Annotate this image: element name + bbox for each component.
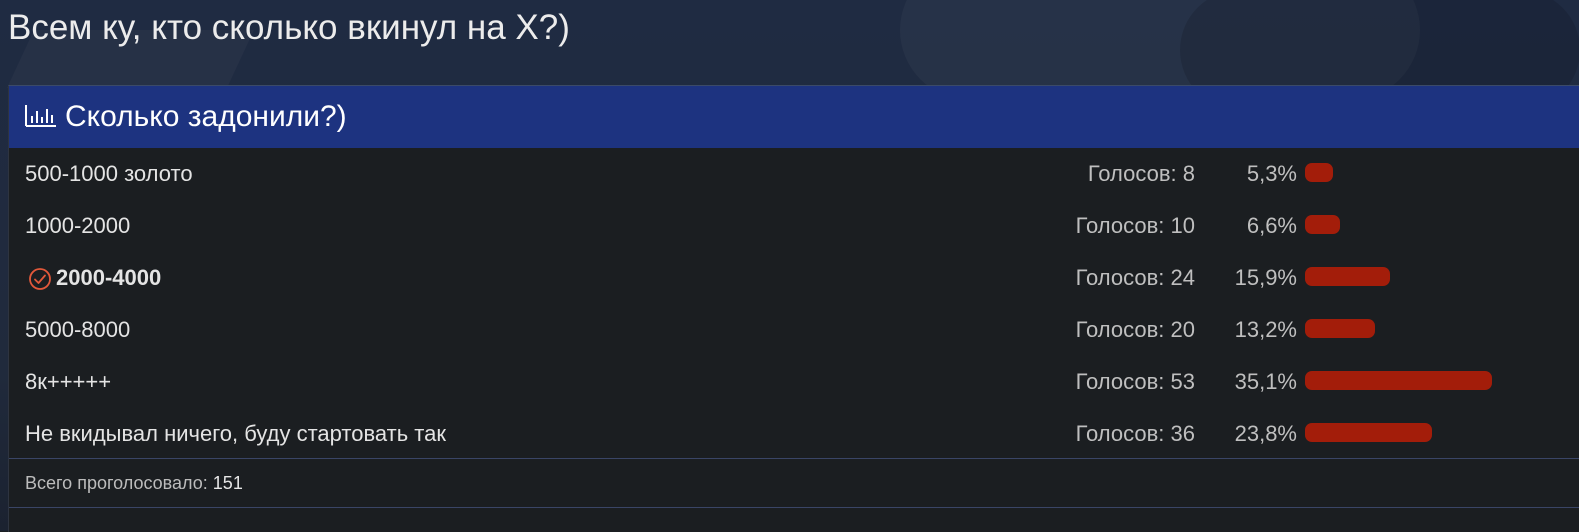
poll-option-votes: Голосов: 24 [1075,265,1195,290]
poll-option-bar-track [1305,319,1579,338]
poll-total-label: Всего проголосовало: [25,473,208,493]
poll-option-bar-track [1305,371,1579,390]
poll-total-value: 151 [212,473,243,493]
poll-option-row: 500-1000 золото Голосов: 8 5,3% [9,148,1579,200]
poll-option-votes: Голосов: 8 [1087,161,1195,186]
poll-option-row: 1000-2000 Голосов: 10 6,6% [9,200,1579,252]
poll-option-bar [1305,163,1334,182]
poll-option-label: 5000-8000 [25,317,131,342]
poll-option-votes: Голосов: 53 [1075,369,1195,394]
poll-option-label: 1000-2000 [25,213,131,238]
poll-option-bar [1305,371,1493,390]
poll-option-percent: 13,2% [1234,317,1297,342]
poll-option-percent: 23,8% [1234,421,1297,446]
poll-option-percent: 15,9% [1234,265,1297,290]
poll-option-row: Не вкидывал ничего, буду стартовать так … [9,408,1579,460]
poll-option-row: 5000-8000 Голосов: 20 13,2% [9,304,1579,356]
poll-option-votes: Голосов: 36 [1075,421,1195,446]
poll-footer: Всего проголосовало: 151 [9,458,1579,508]
poll-total: Всего проголосовало: 151 [25,459,243,507]
poll-option-votes: Голосов: 10 [1075,213,1195,238]
poll-option-votes: Голосов: 20 [1075,317,1195,342]
poll-option-bar-track [1305,163,1579,182]
poll-option-label: 8к+++++ [25,369,112,394]
bar-chart-icon [25,105,56,127]
poll-option-label: Не вкидывал ничего, буду стартовать так [25,421,446,446]
topic-title: Всем ку, кто сколько вкинул на X?) [8,8,570,47]
poll-option-bar [1305,267,1390,286]
poll-option-bar [1305,423,1433,442]
poll-option-bar-track [1305,267,1579,286]
poll-block: Сколько задонили?) 500-1000 золото Голос… [8,85,1579,532]
poll-option-row-voted: 2000-4000 Голосов: 24 15,9% [9,252,1579,304]
poll-option-bar-track [1305,423,1579,442]
check-circle-icon [29,268,51,290]
poll-option-label: 2000-4000 [56,265,162,290]
poll-option-row: 8к+++++ Голосов: 53 35,1% [9,356,1579,408]
poll-option-percent: 5,3% [1246,161,1297,186]
poll-option-percent: 35,1% [1234,369,1297,394]
poll-title: Сколько задонили?) [65,100,347,133]
poll-option-bar [1305,319,1376,338]
poll-option-label: 500-1000 золото [25,161,193,186]
background-shape [1180,0,1579,88]
poll-header: Сколько задонили?) [9,86,1579,148]
poll-option-bar-track [1305,215,1579,234]
poll-option-bar [1305,215,1341,234]
poll-option-percent: 6,6% [1246,213,1297,238]
